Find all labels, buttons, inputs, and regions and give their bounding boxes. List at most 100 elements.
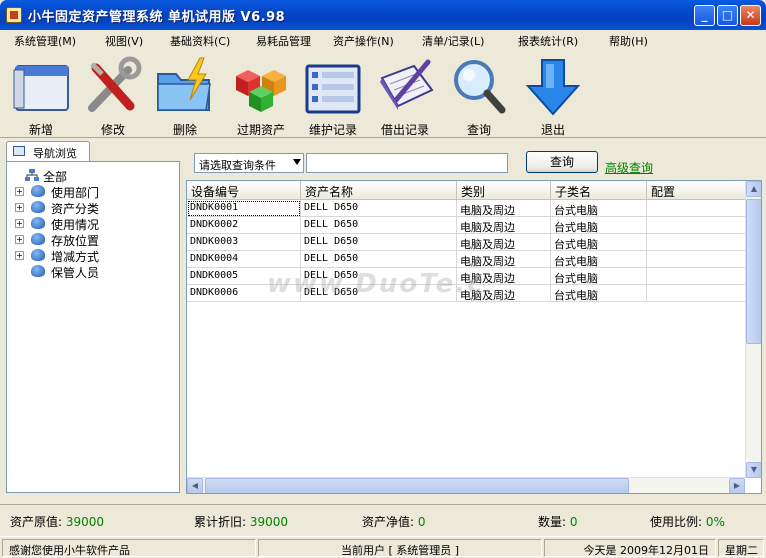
lending-records-button[interactable]: 借出记录 — [370, 54, 440, 138]
menu-help[interactable]: 帮助(H) — [609, 33, 648, 49]
node-icon — [31, 249, 45, 261]
cell-subcategory: 台式电脑 — [551, 251, 647, 268]
scroll-thumb[interactable] — [205, 478, 629, 493]
menu-basic-data[interactable]: 基础资料(C) — [170, 33, 230, 49]
toolbar: 新增 修改 删除 过期资产 维护记录 借出记录 查询 退出 — [0, 50, 766, 138]
expand-icon[interactable]: + — [15, 203, 24, 212]
horizontal-scrollbar[interactable]: ◀ ▶ — [187, 477, 745, 493]
title-bar[interactable]: 小牛固定资产管理系统 单机试用版 V6.98 _ □ ✕ — [0, 0, 766, 30]
cell-code: DNDK0003 — [187, 234, 301, 251]
usage-ratio-summary: 使用比例: 0% — [650, 513, 725, 530]
node-icon — [31, 265, 45, 277]
scroll-right-icon[interactable]: ▶ — [729, 478, 745, 493]
table-row[interactable]: DNDK0001 DELL D650 电脑及周边 台式电脑 — [187, 200, 747, 217]
column-header[interactable]: 类别 — [457, 181, 551, 200]
tree-item-label: 保管人员 — [51, 266, 100, 280]
advanced-search-link[interactable]: 高级查询 — [605, 159, 653, 176]
tree-item-category[interactable]: + 资产分类 — [7, 199, 177, 216]
search-button[interactable]: 查询 — [444, 54, 514, 138]
magnifier-icon — [454, 60, 506, 114]
cell-category: 电脑及周边 — [457, 200, 551, 217]
original-value: 39000 — [65, 515, 105, 529]
cell-code: DNDK0004 — [187, 251, 301, 268]
tool-label: 删除 — [172, 123, 197, 137]
expand-icon[interactable]: + — [15, 235, 24, 244]
tab-navigation[interactable]: 导航浏览 — [6, 141, 90, 161]
depreciation-value: 39000 — [249, 515, 289, 529]
query-input[interactable] — [306, 153, 508, 173]
cell-name: DELL D650 — [301, 251, 457, 268]
node-icon — [31, 233, 45, 245]
close-button[interactable]: ✕ — [740, 5, 761, 26]
table-row[interactable]: DNDK0002 DELL D650 电脑及周边 台式电脑 — [187, 217, 747, 234]
tree-item-usage[interactable]: + 使用情况 — [7, 215, 177, 232]
scroll-down-icon[interactable]: ▼ — [746, 462, 761, 478]
cell-subcategory: 台式电脑 — [551, 285, 647, 302]
network-icon — [25, 169, 39, 181]
tool-label: 维护记录 — [308, 123, 357, 137]
cell-config — [647, 234, 747, 251]
column-header[interactable]: 资产名称 — [301, 181, 457, 200]
tool-label: 过期资产 — [236, 123, 285, 137]
table-row[interactable]: DNDK0003 DELL D650 电脑及周边 台式电脑 — [187, 234, 747, 251]
net-value-label: 资产净值: — [362, 515, 415, 529]
add-button[interactable]: 新增 — [6, 54, 76, 138]
maximize-button[interactable]: □ — [717, 5, 738, 26]
table-row[interactable]: DNDK0004 DELL D650 电脑及周边 台式电脑 — [187, 251, 747, 268]
condition-value: 请选取查询条件 — [199, 159, 276, 172]
delete-button[interactable]: 删除 — [150, 54, 220, 138]
window-icon — [13, 146, 25, 156]
menu-view[interactable]: 视图(V) — [105, 33, 143, 49]
status-weekday: 星期二 — [718, 539, 764, 557]
original-value-summary: 资产原值: 39000 — [10, 513, 104, 530]
app-icon — [6, 7, 22, 23]
node-icon — [31, 201, 45, 213]
menu-reports[interactable]: 报表统计(R) — [518, 33, 578, 49]
column-header[interactable]: 设备编号 — [187, 181, 301, 200]
tree-item-custodian[interactable]: 保管人员 — [7, 263, 177, 280]
tree-item-department[interactable]: + 使用部门 — [7, 183, 177, 200]
menu-asset-ops[interactable]: 资产操作(N) — [333, 33, 394, 49]
condition-select[interactable]: 请选取查询条件 — [194, 153, 304, 173]
menu-bar: 系统管理(M) 视图(V) 基础资料(C) 易耗品管理 资产操作(N) 清单/记… — [0, 30, 766, 50]
status-bar: 感谢您使用小牛软件产品 当前用户 [ 系统管理员 ] 今天是 2009年12月0… — [0, 536, 766, 558]
cell-name: DELL D650 — [301, 234, 457, 251]
node-icon — [31, 217, 45, 229]
tree-item-location[interactable]: + 存放位置 — [7, 231, 177, 248]
expired-assets-button[interactable]: 过期资产 — [226, 54, 296, 138]
cell-code: DNDK0001 — [187, 200, 301, 217]
tab-label: 导航浏览 — [33, 147, 77, 160]
menu-consumables[interactable]: 易耗品管理 — [256, 33, 311, 49]
tool-label: 新增 — [28, 123, 53, 137]
tree-root[interactable]: 全部 — [7, 167, 177, 184]
cell-subcategory: 台式电脑 — [551, 200, 647, 217]
status-date: 今天是 2009年12月01日 — [544, 539, 716, 557]
edit-button[interactable]: 修改 — [78, 54, 148, 138]
exit-button[interactable]: 退出 — [518, 54, 588, 138]
column-header[interactable]: 子类名 — [551, 181, 647, 200]
scroll-thumb[interactable] — [746, 199, 761, 344]
expand-icon[interactable]: + — [15, 251, 24, 260]
expand-icon[interactable]: + — [15, 219, 24, 228]
maintenance-records-button[interactable]: 维护记录 — [298, 54, 368, 138]
navigation-tree: 全部 + 使用部门 + 资产分类 + 使用情况 + 存放位置 + 增减方式 保管… — [6, 161, 180, 493]
minimize-button[interactable]: _ — [694, 5, 715, 26]
list-window-icon — [305, 64, 361, 114]
folder-lightning-icon — [157, 57, 211, 111]
window-title: 小牛固定资产管理系统 单机试用版 V6.98 — [28, 10, 286, 25]
dropdown-arrow-icon[interactable] — [293, 159, 301, 165]
scroll-up-icon[interactable]: ▲ — [746, 181, 761, 197]
depreciation-label: 累计折旧: — [194, 515, 247, 529]
menu-system[interactable]: 系统管理(M) — [14, 33, 76, 49]
column-header[interactable]: 配置 — [647, 181, 747, 200]
menu-lists[interactable]: 清单/记录(L) — [422, 33, 484, 49]
query-button[interactable]: 查询 — [526, 151, 598, 173]
expand-icon[interactable]: + — [15, 187, 24, 196]
scroll-left-icon[interactable]: ◀ — [187, 478, 203, 493]
node-icon — [31, 185, 45, 197]
tree-item-change-method[interactable]: + 增减方式 — [7, 247, 177, 264]
cell-category: 电脑及周边 — [457, 217, 551, 234]
vertical-scrollbar[interactable]: ▲ ▼ — [745, 181, 761, 478]
summary-bar: 资产原值: 39000 累计折旧: 39000 资产净值: 0 数量: 0 使用… — [0, 504, 766, 534]
depreciation-summary: 累计折旧: 39000 — [194, 513, 288, 530]
